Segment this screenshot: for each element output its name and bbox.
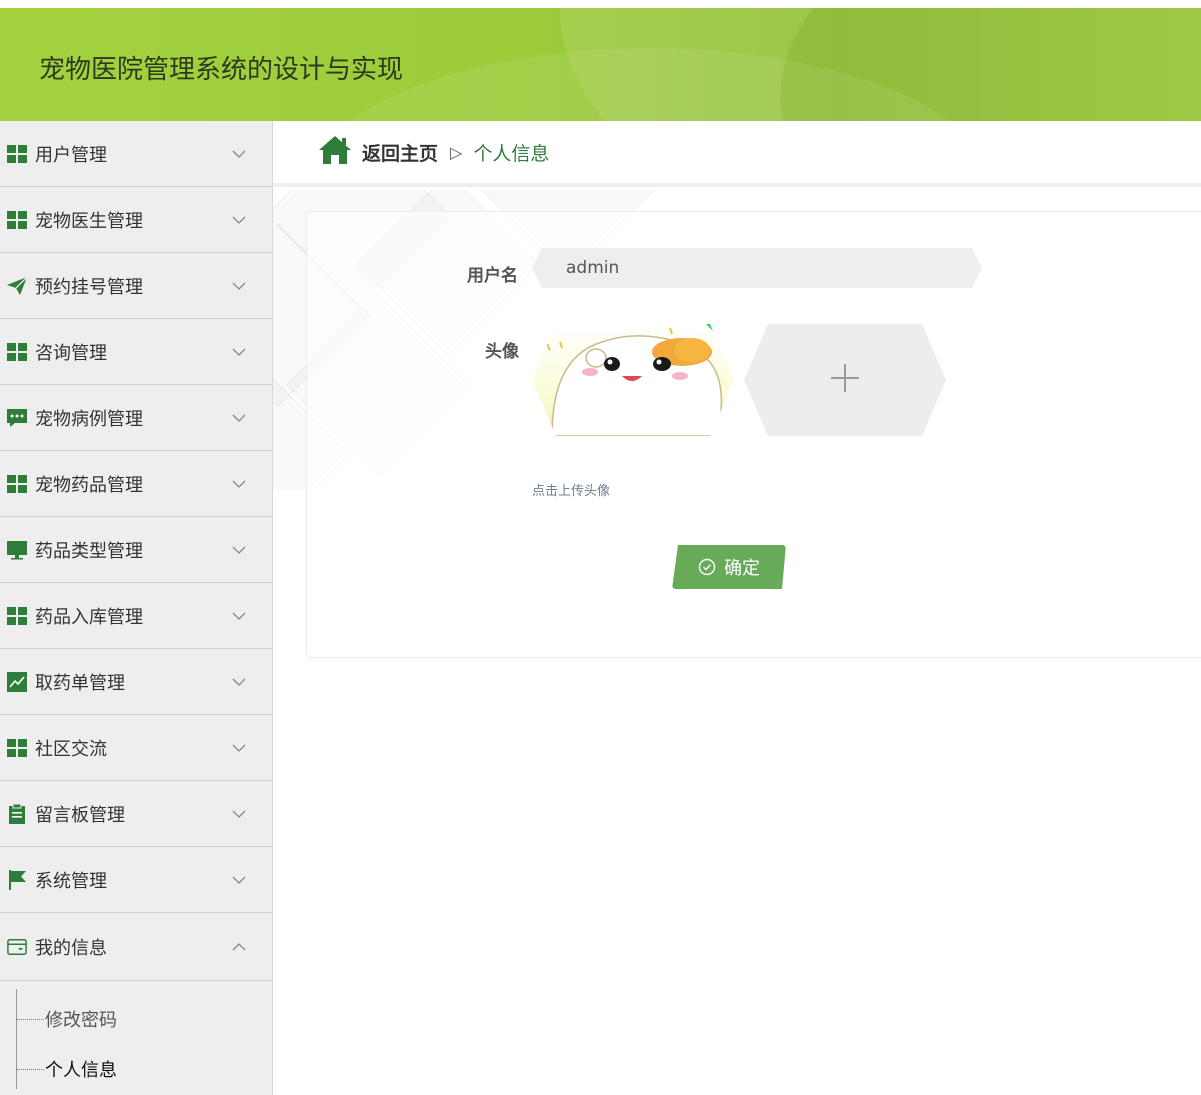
grid-icon — [7, 210, 27, 230]
flag-icon — [7, 869, 27, 890]
submenu-my-info: 修改密码 个人信息 — [0, 981, 272, 1091]
sidebar-item-label: 宠物病例管理 — [35, 408, 143, 430]
sidebar-item-label: 预约挂号管理 — [35, 276, 143, 298]
chevron-down-icon — [232, 121, 246, 187]
monitor-icon — [7, 540, 27, 560]
app-title: 宠物医院管理系统的设计与实现 — [39, 55, 404, 85]
clipboard-icon — [7, 803, 27, 824]
sidebar-item-appointment-management[interactable]: 预约挂号管理 — [0, 253, 272, 319]
sidebar-item-system-management[interactable]: 系统管理 — [0, 847, 272, 913]
sidebar-item-consultation-management[interactable]: 咨询管理 — [0, 319, 272, 385]
sub-item-change-password[interactable]: 修改密码 — [16, 1006, 117, 1032]
sidebar-item-label: 用户管理 — [35, 144, 107, 166]
breadcrumb-separator: ▷ — [450, 142, 463, 162]
sidebar-item-community[interactable]: 社区交流 — [0, 715, 272, 781]
app-header: 宠物医院管理系统的设计与实现 — [0, 8, 1201, 121]
chevron-down-icon — [232, 715, 246, 781]
grid-icon — [7, 144, 27, 164]
chevron-down-icon — [232, 517, 246, 583]
chevron-down-icon — [232, 187, 246, 253]
avatar-label: 头像 — [485, 342, 519, 362]
sidebar-item-label: 宠物药品管理 — [35, 474, 143, 496]
chevron-down-icon — [232, 847, 246, 913]
tree-branch — [16, 1018, 44, 1020]
sidebar-item-user-management[interactable]: 用户管理 — [0, 121, 272, 187]
sidebar-item-label: 药品类型管理 — [35, 540, 143, 562]
username-label: 用户名 — [467, 266, 518, 286]
chevron-down-icon — [232, 253, 246, 319]
breadcrumb: 返回主页 ▷ 个人信息 — [273, 121, 1201, 187]
sub-item-personal-info[interactable]: 个人信息 — [16, 1056, 117, 1082]
check-circle-icon — [698, 558, 716, 576]
chat-icon — [7, 408, 27, 428]
sub-item-label: 个人信息 — [45, 1060, 117, 1081]
grid-icon — [7, 606, 27, 626]
grid-icon — [7, 738, 27, 758]
sidebar-item-pet-drug-management[interactable]: 宠物药品管理 — [0, 451, 272, 517]
chevron-down-icon — [232, 451, 246, 517]
sidebar: 用户管理 宠物医生管理 预约挂号管理 咨询管理 宠物病例管理 宠物药品管理 药品… — [0, 121, 273, 1095]
plus-icon — [829, 362, 861, 398]
sidebar-item-prescription-management[interactable]: 取药单管理 — [0, 649, 272, 715]
sidebar-item-drug-stock-management[interactable]: 药品入库管理 — [0, 583, 272, 649]
breadcrumb-current: 个人信息 — [473, 142, 550, 165]
wallet-icon — [7, 937, 27, 957]
chevron-up-icon — [232, 913, 246, 981]
username-field[interactable]: admin — [532, 248, 982, 288]
upload-hint: 点击上传头像 — [532, 484, 611, 499]
sidebar-item-pet-case-management[interactable]: 宠物病例管理 — [0, 385, 272, 451]
chevron-down-icon — [232, 583, 246, 649]
confirm-button-label: 确定 — [724, 558, 760, 579]
sidebar-item-label: 系统管理 — [35, 870, 107, 892]
sub-item-label: 修改密码 — [45, 1010, 117, 1031]
sidebar-item-label: 取药单管理 — [35, 672, 125, 694]
send-icon — [7, 276, 27, 296]
sidebar-item-label: 留言板管理 — [35, 804, 125, 826]
avatar-upload-button[interactable] — [744, 324, 946, 436]
chart-icon — [7, 671, 27, 692]
chevron-down-icon — [232, 781, 246, 847]
hamster-illustration — [532, 324, 734, 436]
confirm-button[interactable]: 确定 — [672, 545, 786, 589]
grid-icon — [7, 474, 27, 494]
sidebar-item-message-board-management[interactable]: 留言板管理 — [0, 781, 272, 847]
chevron-down-icon — [232, 649, 246, 715]
home-link[interactable]: 返回主页 — [362, 139, 438, 166]
sidebar-item-pet-doctor-management[interactable]: 宠物医生管理 — [0, 187, 272, 253]
chevron-down-icon — [232, 319, 246, 385]
grid-icon — [7, 342, 27, 362]
avatar-image[interactable] — [532, 324, 734, 436]
sidebar-item-label: 我的信息 — [35, 937, 107, 959]
sidebar-item-label: 宠物医生管理 — [35, 210, 143, 232]
sidebar-item-drug-type-management[interactable]: 药品类型管理 — [0, 517, 272, 583]
tree-branch — [16, 1068, 44, 1070]
sidebar-item-label: 药品入库管理 — [35, 606, 143, 628]
sidebar-item-label: 社区交流 — [35, 738, 107, 760]
chevron-down-icon — [232, 385, 246, 451]
sidebar-item-my-info[interactable]: 我的信息 — [0, 913, 272, 981]
home-icon[interactable] — [318, 135, 352, 169]
sidebar-item-label: 咨询管理 — [35, 342, 107, 364]
